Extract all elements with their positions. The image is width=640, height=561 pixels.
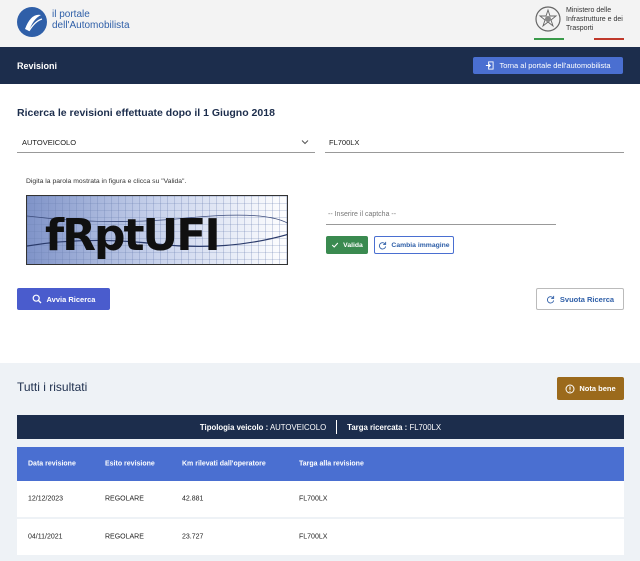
nota-bene-button[interactable]: Nota bene	[557, 377, 624, 400]
table-cell: REGOLARE	[105, 495, 144, 503]
results-heading: Tutti i risultati	[17, 380, 88, 394]
summary-plate: Targa ricercata : FL700LX	[347, 422, 442, 432]
column-header[interactable]: Targa alla revisione	[299, 461, 364, 468]
table-cell: FL700LX	[299, 495, 328, 503]
vehicle-type-select[interactable]: AUTOVEICOLO	[17, 133, 315, 153]
portal-logo-text[interactable]: il portale dell'Automobilista	[52, 9, 130, 31]
flag-red-stripe	[594, 38, 624, 40]
table-cell: 23.727	[182, 533, 204, 541]
portal-logo-icon[interactable]	[17, 7, 47, 37]
captcha-input[interactable]: -- Inserire il captcha --	[326, 208, 556, 225]
table-cell: 12/12/2023	[28, 495, 64, 503]
site-header: il portale dell'Automobilista Ministero …	[0, 0, 640, 47]
page-title: Revisioni	[17, 61, 58, 71]
column-header[interactable]: Data revisione	[28, 461, 76, 468]
chevron-down-icon	[301, 140, 309, 145]
start-search-button[interactable]: Avvia Ricerca	[17, 288, 110, 310]
captcha-image: fRptUFI	[26, 195, 288, 265]
column-header[interactable]: Esito revisione	[105, 461, 155, 468]
plate-input[interactable]: FL700LX	[325, 133, 624, 153]
refresh-icon	[546, 295, 554, 303]
validate-captcha-button[interactable]: Valida	[326, 236, 368, 254]
clear-search-button[interactable]: Svuota Ricerca	[536, 288, 624, 310]
search-summary-bar: Tipologia veicolo : AUTOVEICOLO Targa ri…	[17, 415, 624, 439]
table-row: 04/11/2021 REGOLARE 23.727 FL700LX	[17, 519, 624, 555]
sign-in-icon	[486, 61, 495, 70]
column-header[interactable]: Km rilevati dall'operatore	[182, 461, 266, 468]
flag-green-stripe	[534, 38, 564, 40]
summary-divider	[336, 420, 338, 434]
svg-text:fRptUFI: fRptUFI	[45, 210, 219, 261]
table-cell: FL700LX	[299, 533, 328, 541]
captcha-hint: Digita la parola mostrata in figura e cl…	[26, 178, 187, 185]
table-cell: 42.881	[182, 495, 204, 503]
change-captcha-button[interactable]: Cambia immagine	[374, 236, 454, 254]
search-icon	[32, 294, 41, 304]
captcha-picture: fRptUFI	[27, 196, 287, 264]
ministry-emblem-icon	[534, 5, 562, 35]
summary-vehicle-type: Tipologia veicolo : AUTOVEICOLO	[199, 422, 327, 432]
results-table-header: Data revisione Esito revisione Km rileva…	[17, 447, 624, 481]
ministry-name: Ministero delle Infrastrutture e dei Tra…	[566, 7, 623, 32]
back-to-portal-button[interactable]: Torna al portale dell'automobilista	[473, 57, 623, 74]
info-circle-icon	[565, 384, 575, 393]
check-icon	[332, 242, 339, 248]
search-heading: Ricerca le revisioni effettuate dopo il …	[17, 107, 275, 119]
table-row: 12/12/2023 REGOLARE 42.881 FL700LX	[17, 481, 624, 517]
table-cell: REGOLARE	[105, 533, 144, 541]
table-cell: 04/11/2021	[28, 533, 63, 541]
refresh-icon	[379, 241, 387, 249]
